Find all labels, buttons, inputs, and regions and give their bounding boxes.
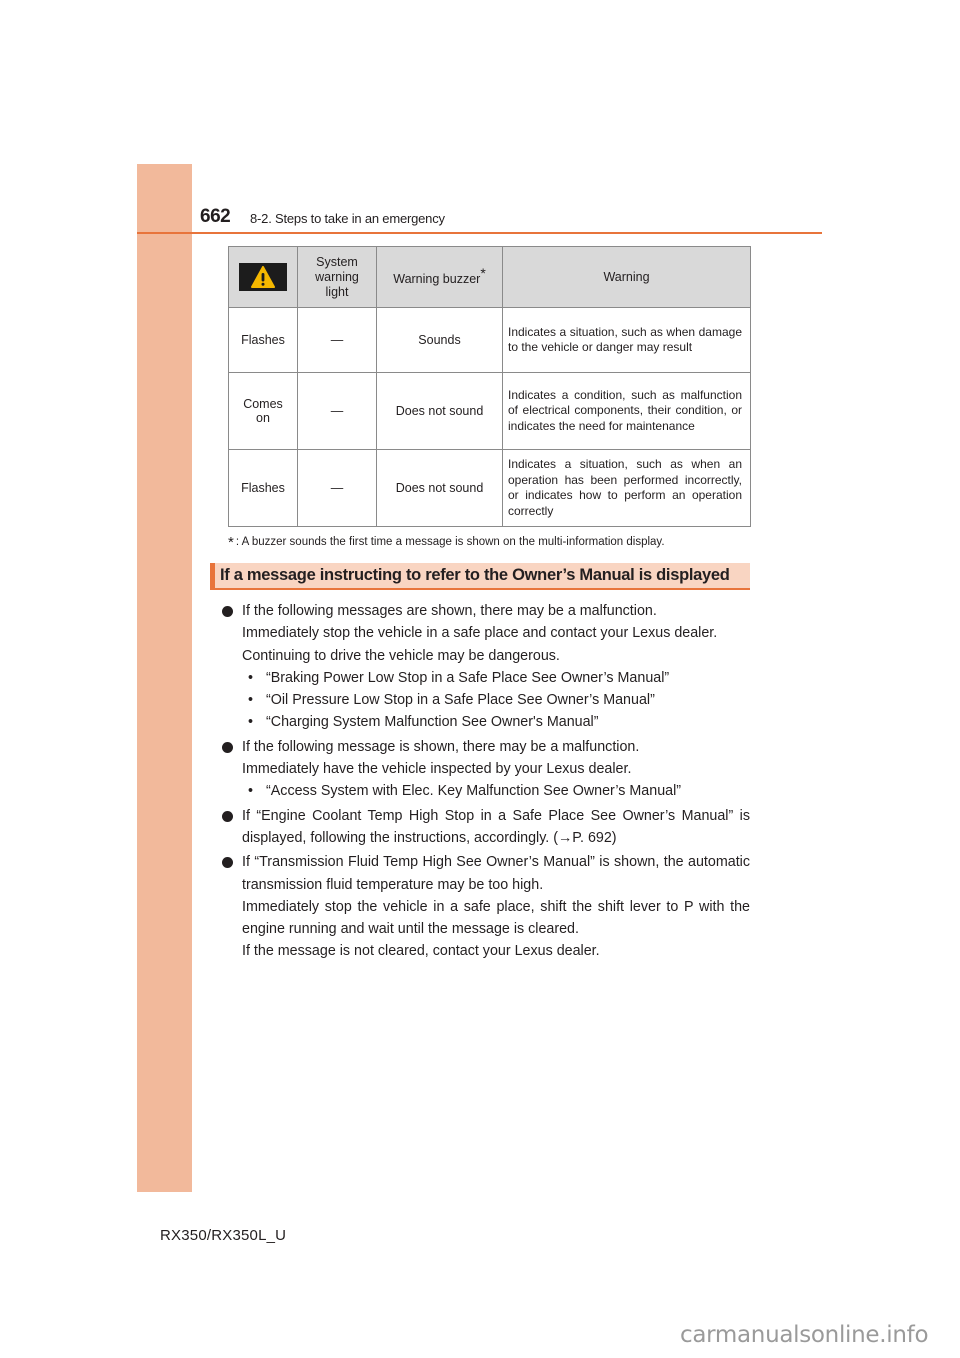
bullet-line: Continuing to drive the vehicle may be d…: [242, 647, 560, 664]
bullet-line: Immediately stop the vehicle in a safe p…: [242, 898, 750, 938]
sub-bullet-icon: •: [248, 783, 254, 800]
icon-state-cell: Comes on: [228, 372, 298, 450]
sub-item: • “Charging System Malfunction See Owner'…: [248, 711, 750, 733]
bullet-line: If the following messages are shown, the…: [242, 603, 657, 619]
table-row: Flashes — Does not sound Indicates a sit…: [228, 449, 751, 527]
table-header-warning: Warning: [502, 246, 751, 308]
bullet-dot-icon: [222, 857, 233, 869]
sub-bullet-icon: •: [248, 714, 254, 731]
section-heading-text: If a message instructing to refer to the…: [220, 566, 730, 584]
buzzer-cell: Does not sound: [376, 372, 503, 450]
message-text: “Access System with Elec. Key Malfunctio…: [266, 783, 682, 800]
footnote-text: : A buzzer sounds the first time a messa…: [235, 536, 665, 548]
bullet-dot-icon: [222, 810, 233, 822]
bullet-line: If “Engine Coolant Temp High Stop in a S…: [242, 807, 750, 846]
bullet-item: If the following messages are shown, the…: [222, 600, 750, 734]
header-divider: [137, 232, 822, 234]
buzzer-cell: Sounds: [376, 307, 503, 373]
system-light-cell: —: [297, 372, 377, 450]
system-light-cell: —: [297, 449, 377, 527]
buzzer-header-label: Warning buzzer: [393, 272, 481, 287]
message-text: “Oil Pressure Low Stop in a Safe Place S…: [266, 692, 655, 709]
bullet-line: If the message is not cleared, contact y…: [242, 943, 600, 960]
table-footnote: *: A buzzer sounds the first time a mess…: [228, 534, 665, 551]
table-header-buzzer: Warning buzzer*: [376, 246, 503, 308]
bullet-dot-icon: [222, 741, 233, 753]
warning-desc-cell: Indicates a condition, such as malfuncti…: [502, 372, 751, 450]
warning-triangle-icon: [239, 263, 287, 291]
bullet-line: Immediately have the vehicle inspected b…: [242, 761, 632, 778]
system-light-cell: —: [297, 307, 377, 373]
sub-item: • “Oil Pressure Low Stop in a Safe Place …: [248, 689, 750, 711]
section-heading: If a message instructing to refer to the…: [210, 563, 750, 590]
page-number: 662: [200, 206, 231, 227]
table-header-row: System warning light Warning buzzer* War…: [228, 246, 751, 308]
icon-state-cell: Flashes: [228, 449, 298, 527]
body-content: If the following messages are shown, the…: [222, 600, 750, 965]
model-code: RX350/RX350L_U: [160, 1227, 287, 1244]
warning-desc-cell: Indicates a situation, such as when an o…: [502, 449, 751, 527]
table-header-system-light: System warning light: [297, 246, 377, 308]
bullet-line: Immediately stop the vehicle in a safe p…: [242, 625, 718, 642]
sub-bullet-icon: •: [248, 692, 254, 709]
bullet-line: If “Transmission Fluid Temp High See Own…: [242, 854, 750, 893]
message-text: “Braking Power Low Stop in a Safe Place …: [266, 669, 670, 686]
bullet-line: If the following message is shown, there…: [242, 738, 640, 755]
footnote-marker: *: [228, 534, 234, 551]
warning-table: System warning light Warning buzzer* War…: [228, 246, 751, 527]
table-header-icon-cell: [228, 246, 298, 308]
buzzer-cell: Does not sound: [376, 449, 503, 527]
bullet-item: If “Transmission Fluid Temp High See Own…: [222, 851, 750, 962]
icon-state-cell: Flashes: [228, 307, 298, 373]
footnote-marker: *: [480, 265, 486, 282]
sub-item: • “Braking Power Low Stop in a Safe Place…: [248, 667, 750, 689]
bullet-item: If “Engine Coolant Temp High Stop in a S…: [222, 805, 750, 850]
table-row: Comes on — Does not sound Indicates a co…: [228, 372, 751, 450]
section-title: 8-2. Steps to take in an emergency: [250, 211, 445, 226]
sub-item: • “Access System with Elec. Key Malfuncti…: [248, 780, 750, 802]
watermark-link[interactable]: carmanualsonline.info: [680, 1322, 929, 1348]
sub-bullet-icon: •: [248, 669, 254, 686]
table-row: Flashes — Sounds Indicates a situation, …: [228, 307, 751, 373]
bullet-item: If the following message is shown, there…: [222, 736, 750, 803]
chapter-tab-sidebar: [137, 164, 192, 1192]
warning-desc-cell: Indicates a situation, such as when dama…: [502, 307, 751, 373]
bullet-dot-icon: [222, 606, 233, 617]
message-text: “Charging System Malfunction See Owner's…: [266, 714, 599, 731]
